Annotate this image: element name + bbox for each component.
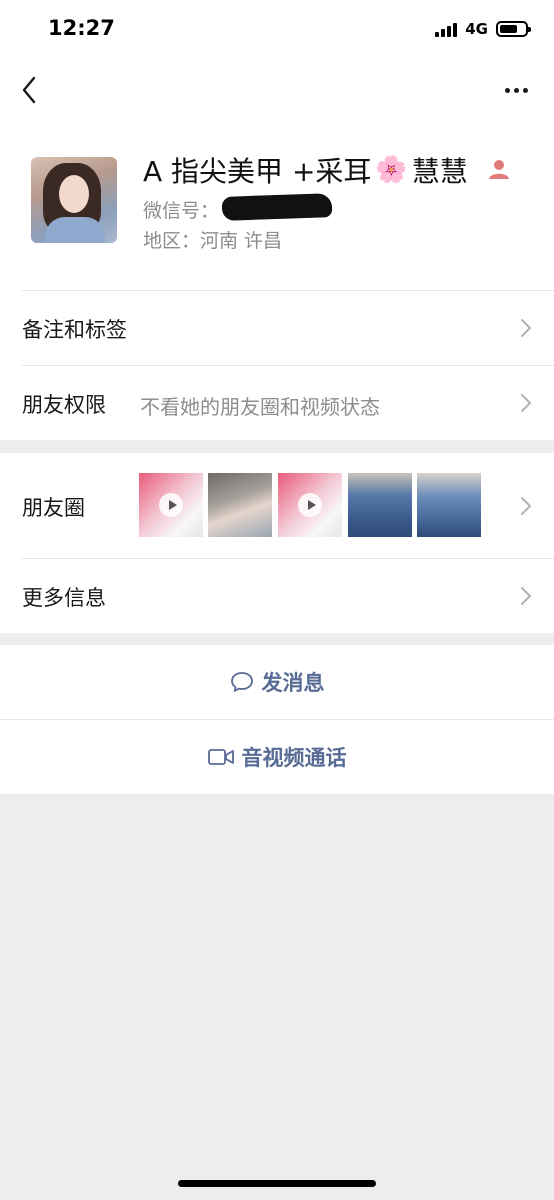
chevron-right-icon	[521, 394, 531, 412]
status-bar: 12:27 4G	[0, 0, 554, 60]
moment-thumbnail[interactable]	[348, 473, 412, 537]
actions-card: 发消息 音视频通话	[0, 645, 554, 794]
network-type: 4G	[465, 20, 488, 38]
chevron-right-icon	[521, 497, 531, 515]
back-button[interactable]	[14, 72, 50, 108]
friend-permissions-value: 不看她的朋友圈和视频状态	[140, 395, 380, 419]
redacted-wechat-id	[221, 193, 333, 221]
moment-thumbnail[interactable]	[278, 473, 342, 537]
remarks-tags-label: 备注和标签	[22, 318, 127, 342]
moments-row[interactable]: 朋友圈	[0, 453, 554, 558]
settings-card: 备注和标签 朋友权限 不看她的朋友圈和视频状态	[0, 290, 554, 440]
more-options-button[interactable]	[498, 76, 534, 104]
home-indicator[interactable]	[178, 1180, 376, 1187]
contact-person-icon	[489, 160, 509, 179]
profile-header: A 指尖美甲 +采耳 🌸 慧慧 微信号： 地区：河南 许昌	[0, 120, 554, 290]
play-icon	[298, 493, 322, 517]
remarks-tags-row[interactable]: 备注和标签	[0, 290, 554, 365]
more-dots-icon	[504, 87, 510, 93]
moments-label: 朋友圈	[22, 496, 85, 520]
battery-icon	[496, 21, 531, 37]
play-icon	[159, 493, 183, 517]
info-card: 朋友圈 更多信息	[0, 453, 554, 633]
video-call-label: 音视频通话	[241, 746, 347, 770]
more-info-row[interactable]: 更多信息	[0, 558, 554, 633]
status-time: 12:27	[48, 16, 115, 40]
video-call-button[interactable]: 音视频通话	[0, 720, 554, 794]
moment-thumbnail[interactable]	[208, 473, 272, 537]
signal-icon	[435, 21, 458, 37]
chat-bubble-icon	[230, 672, 253, 692]
chevron-right-icon	[521, 319, 531, 337]
friend-permissions-row[interactable]: 朋友权限 不看她的朋友圈和视频状态	[0, 365, 554, 440]
nav-bar	[0, 60, 554, 120]
moment-thumbnail[interactable]	[417, 473, 481, 537]
more-info-label: 更多信息	[22, 586, 106, 610]
contact-name-suffix: 慧慧	[411, 155, 468, 188]
friend-permissions-label: 朋友权限	[22, 393, 106, 417]
chevron-right-icon	[521, 587, 531, 605]
region: 地区：河南 许昌	[143, 230, 283, 252]
contact-name-prefix: A 指尖美甲 +采耳	[143, 155, 372, 188]
chevron-left-icon	[22, 76, 36, 104]
send-message-button[interactable]: 发消息	[0, 645, 554, 719]
status-indicators: 4G	[435, 20, 531, 38]
flower-icon: 🌸	[375, 155, 408, 185]
send-message-label: 发消息	[261, 671, 325, 695]
contact-name: A 指尖美甲 +采耳 🌸 慧慧	[143, 150, 468, 190]
avatar[interactable]	[31, 157, 117, 243]
moment-thumbnail[interactable]	[139, 473, 203, 537]
video-camera-icon	[207, 749, 234, 765]
wechat-id: 微信号：	[143, 200, 220, 222]
